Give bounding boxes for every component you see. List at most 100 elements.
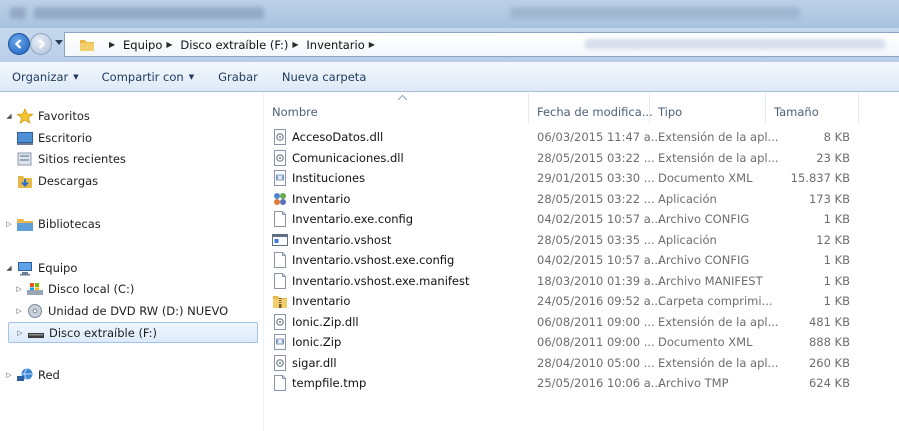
file-size: 1 KB — [823, 294, 850, 308]
nav-label: Unidad de DVD RW (D:) NUEVO — [48, 304, 229, 318]
collapsed-arrow-icon[interactable]: ▷ — [4, 220, 14, 228]
dll-icon — [274, 149, 286, 166]
file-size: 1 KB — [823, 212, 850, 226]
forward-button[interactable] — [30, 33, 52, 55]
collapsed-arrow-icon[interactable]: ▷ — [15, 329, 25, 337]
burn-button[interactable]: Grabar — [218, 70, 258, 84]
nav-item-local-disk[interactable]: ▷ Disco local (C:) — [14, 280, 134, 298]
file-type: Archivo CONFIG — [658, 212, 750, 226]
back-arrow-icon — [14, 39, 22, 49]
file-size: 481 KB — [808, 314, 850, 329]
file-name: AccesoDatos.dll — [292, 130, 384, 144]
expanded-arrow-icon[interactable]: ◢ — [4, 264, 14, 272]
address-bar[interactable]: ▶ Equipo ▶ Disco extraíble (F:) ▶ Invent… — [64, 32, 899, 57]
nav-item-dvd-drive[interactable]: ▷ Unidad de DVD RW (D:) NUEVO — [14, 302, 228, 320]
breadcrumb-chevron-icon[interactable]: ▶ — [369, 40, 377, 49]
column-header-label: Nombre — [272, 105, 318, 119]
file-row[interactable]: Inventario.vshost.exe.manifest 18/03/2010… — [264, 271, 899, 291]
star-icon — [16, 108, 34, 124]
file-row[interactable]: Inventario.exe.config 04/02/2015 10:57 a.… — [264, 209, 899, 229]
file-name: Inventario — [292, 191, 351, 206]
nav-item-desktop[interactable]: Escritorio — [14, 129, 92, 147]
breadcrumb-chevron-icon[interactable]: ▶ — [109, 40, 117, 49]
file-size: 1 KB — [823, 253, 850, 267]
file-type: Aplicación — [658, 232, 717, 247]
column-header-label: Tipo — [658, 105, 683, 119]
breadcrumb-chevron-icon[interactable]: ▶ — [292, 40, 300, 49]
column-header-size[interactable]: Tamaño — [766, 93, 859, 123]
file-date: 29/01/2015 03:30 ... — [537, 171, 655, 185]
file-row[interactable]: AccesoDatos.dll 06/03/2015 11:47 a... Exte… — [264, 127, 899, 147]
chevron-down-icon: ▼ — [188, 72, 195, 81]
share-with-button[interactable]: Compartir con ▼ — [102, 70, 194, 84]
column-header-name[interactable]: Nombre — [264, 93, 529, 123]
file-type: Archivo MANIFEST — [658, 273, 763, 288]
organize-button[interactable]: Organizar ▼ — [12, 70, 79, 84]
file-name: Inventario.exe.config — [292, 212, 414, 226]
file-row[interactable]: Ionic.Zip.dll 06/08/2011 09:00 ... Extensi… — [264, 312, 899, 332]
file-type: Archivo CONFIG — [658, 253, 750, 267]
breadcrumb-item-removable-disk[interactable]: Disco extraíble (F:) — [180, 38, 288, 52]
file-row[interactable]: Comunicaciones.dll 28/05/2015 03:22 ... Ex… — [264, 148, 899, 168]
collapsed-arrow-icon[interactable]: ▷ — [14, 307, 24, 315]
column-header-label: Fecha de modifica... — [537, 105, 653, 119]
nav-label: Bibliotecas — [38, 217, 101, 231]
file-size: 1 KB — [823, 273, 850, 288]
zip-folder-icon — [273, 296, 287, 308]
expanded-arrow-icon[interactable]: ◢ — [4, 112, 14, 120]
file-row[interactable]: Inventario 28/05/2015 03:22 ... Aplicación… — [264, 189, 899, 209]
collapsed-arrow-icon[interactable]: ▷ — [14, 285, 24, 293]
nav-label: Escritorio — [38, 131, 93, 145]
nav-item-downloads[interactable]: Descargas — [14, 172, 98, 190]
column-header-date[interactable]: Fecha de modifica... — [529, 93, 653, 123]
nav-item-favorites[interactable]: ◢ Favoritos — [4, 107, 90, 125]
blank-file-icon — [274, 252, 286, 268]
libraries-icon — [17, 219, 33, 231]
file-date: 18/03/2010 01:39 a... — [537, 273, 662, 288]
nav-item-libraries[interactable]: ▷ Bibliotecas — [4, 215, 101, 233]
file-row[interactable]: Inventario 24/05/2016 09:52 a... Carpeta c… — [264, 291, 899, 311]
file-type: Carpeta comprimi... — [658, 294, 773, 308]
file-date: 25/05/2016 10:06 a... — [537, 376, 662, 390]
file-name: Inventario.vshost — [292, 232, 392, 247]
file-name: Inventario.vshost.exe.manifest — [292, 273, 470, 288]
command-bar: Organizar ▼ Compartir con ▼ Grabar Nueva… — [0, 62, 899, 92]
nav-item-removable-disk[interactable]: ▷ Disco extraíble (F:) — [8, 322, 258, 343]
file-row[interactable]: Ionic.Zip 06/08/2011 09:00 ... Documento X… — [264, 332, 899, 352]
nav-label: Disco extraíble (F:) — [49, 325, 158, 340]
file-row[interactable]: Inventario.vshost 28/05/2015 03:35 ... Apl… — [264, 230, 899, 250]
file-type: Extensión de la apl... — [658, 130, 779, 144]
nav-label: Red — [38, 368, 60, 382]
new-folder-button[interactable]: Nueva carpeta — [282, 70, 367, 84]
chevron-down-icon: ▼ — [73, 72, 79, 81]
nav-item-recent-places[interactable]: Sitios recientes — [14, 150, 126, 168]
file-name: Inventario — [292, 294, 351, 308]
breadcrumb-chevron-icon[interactable]: ▶ — [166, 40, 174, 49]
xml-icon — [274, 170, 286, 186]
file-size: 15.837 KB — [790, 171, 850, 185]
file-name: Ionic.Zip — [292, 335, 342, 349]
file-row[interactable]: Instituciones 29/01/2015 03:30 ... Documen… — [264, 168, 899, 188]
network-icon — [17, 368, 33, 381]
back-button[interactable] — [8, 33, 30, 55]
collapsed-arrow-icon[interactable]: ▷ — [4, 371, 14, 379]
nav-item-computer[interactable]: ◢ Equipo — [4, 259, 77, 277]
file-date: 28/04/2010 05:00 ... — [537, 355, 655, 370]
breadcrumb-item-computer[interactable]: Equipo — [123, 38, 162, 52]
recent-pages-dropdown-icon[interactable] — [55, 40, 63, 46]
window-icon — [10, 7, 26, 19]
window-title-bar — [0, 0, 899, 28]
nav-item-network[interactable]: ▷ Red — [4, 366, 60, 384]
file-row[interactable]: tempfile.tmp 25/05/2016 10:06 a... Archivo… — [264, 373, 899, 393]
file-type: Aplicación — [658, 191, 717, 206]
search-box[interactable] — [585, 39, 885, 49]
file-row[interactable]: Inventario.vshost.exe.config 04/02/2015 1… — [264, 250, 899, 270]
column-header-type[interactable]: Tipo — [650, 93, 766, 123]
sort-ascending-icon — [398, 95, 407, 101]
breadcrumb-item-inventario[interactable]: Inventario — [306, 38, 364, 52]
file-row[interactable]: sigar.dll 28/04/2010 05:00 ... Extensión d… — [264, 353, 899, 373]
blank-file-icon — [274, 272, 286, 289]
new-folder-label: Nueva carpeta — [281, 69, 367, 84]
file-name: sigar.dll — [292, 355, 337, 370]
breadcrumb: ▶ Equipo ▶ Disco extraíble (F:) ▶ Invent… — [105, 33, 383, 56]
